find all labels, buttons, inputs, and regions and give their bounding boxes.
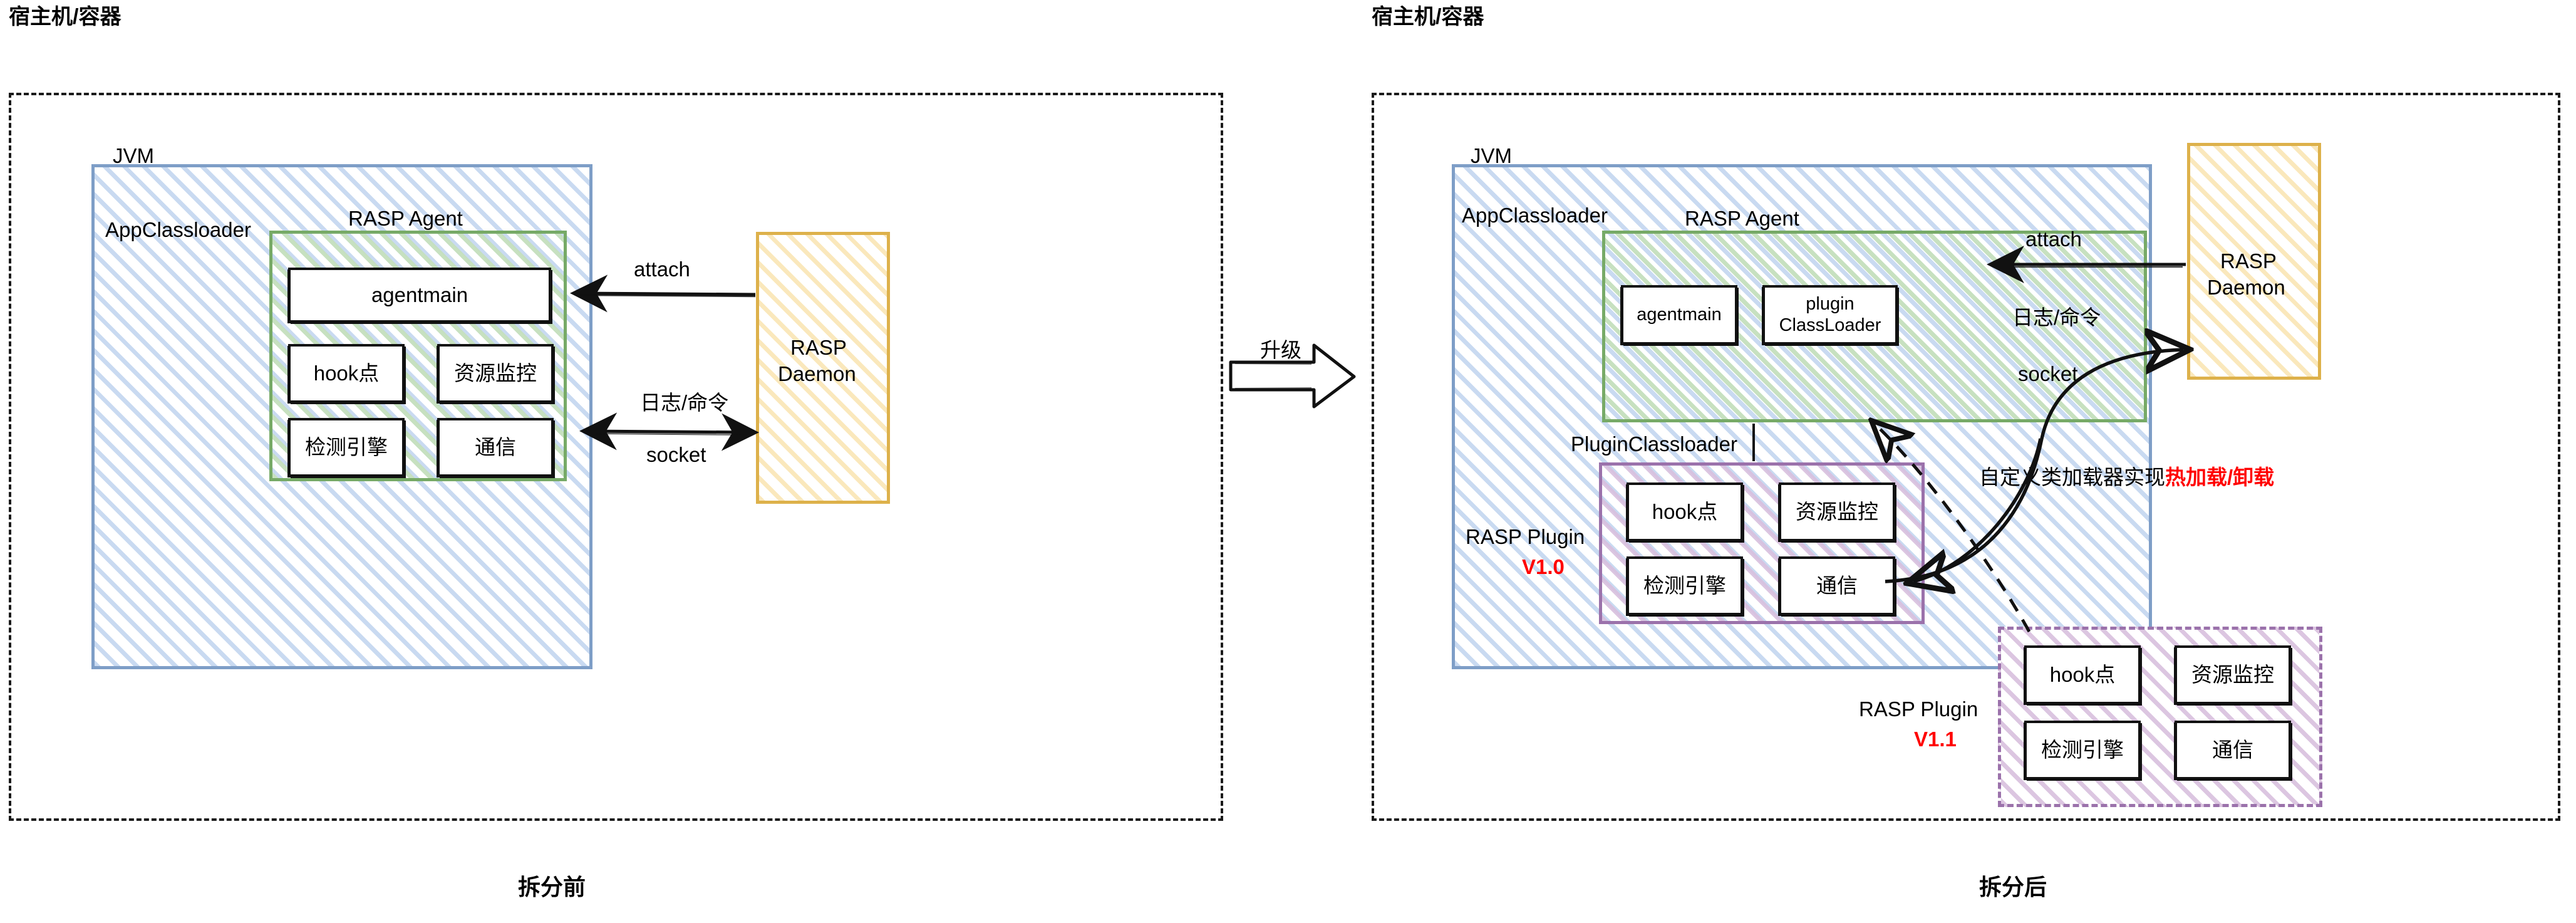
- right-node-agentmain: agentmain: [1621, 285, 1737, 345]
- right-node-plugin-classloader-line1: plugin: [1806, 294, 1854, 315]
- right-v11-node-detection-engine: 检测引擎: [2024, 721, 2141, 780]
- transition-label: 升级: [1260, 338, 1301, 362]
- right-pluginclassloader-label: PluginClassloader: [1571, 432, 1737, 456]
- right-v10-node-communication: 通信: [1779, 556, 1895, 615]
- right-plugin-v11-version: V1.1: [1914, 727, 1957, 751]
- right-hotload-note-black: 自定义类加载器实现: [1979, 466, 2165, 489]
- left-rasp-agent-label: RASP Agent: [348, 207, 463, 230]
- right-node-agentmain-label: agentmain: [1637, 304, 1722, 325]
- right-v11-node-communication-label: 通信: [2212, 738, 2253, 762]
- right-v10-node-hook: hook点: [1627, 482, 1743, 541]
- right-v11-node-resource-monitor-label: 资源监控: [2191, 663, 2274, 687]
- right-logcmd-label: 日志/命令: [2012, 306, 2101, 329]
- left-logcmd-label: 日志/命令: [640, 391, 729, 414]
- left-attach-label: attach: [634, 258, 690, 281]
- left-node-hook: hook点: [288, 344, 405, 403]
- left-node-resource-monitor: 资源监控: [437, 344, 554, 403]
- left-daemon-line1: RASP: [790, 336, 847, 359]
- diagram-canvas: 宿主机/容器 JVM AppClassloader RASP Agent age…: [0, 0, 2576, 923]
- left-node-agentmain: agentmain: [288, 268, 551, 323]
- left-appclassloader-label: AppClassloader: [105, 218, 251, 241]
- right-node-plugin-classloader: plugin ClassLoader: [1762, 285, 1898, 345]
- right-v10-node-hook-label: hook点: [1652, 500, 1718, 524]
- left-node-communication: 通信: [437, 418, 554, 477]
- right-attach-label: attach: [2025, 227, 2082, 251]
- left-node-detection-engine: 检测引擎: [288, 418, 405, 477]
- right-v10-node-communication-label: 通信: [1816, 574, 1858, 598]
- right-v10-node-detection-engine-label: 检测引擎: [1643, 574, 1726, 598]
- left-node-hook-label: hook点: [313, 362, 380, 385]
- right-node-plugin-classloader-line2: ClassLoader: [1779, 315, 1881, 335]
- right-daemon-line1: RASP: [2220, 249, 2277, 273]
- left-caption: 拆分前: [518, 874, 586, 900]
- right-v11-node-hook: hook点: [2024, 645, 2141, 704]
- right-v11-node-resource-monitor: 资源监控: [2175, 645, 2291, 704]
- right-plugin-v10-name: RASP Plugin: [1466, 525, 1585, 548]
- right-appclassloader-label: AppClassloader: [1462, 204, 1608, 227]
- right-socket-label: socket: [2018, 362, 2078, 385]
- right-v10-node-resource-monitor: 资源监控: [1779, 482, 1895, 541]
- right-v11-node-communication: 通信: [2175, 721, 2291, 780]
- right-hotload-note: 自定义类加载器实现热加载/卸载: [1979, 466, 2274, 489]
- left-node-communication-label: 通信: [475, 435, 516, 459]
- right-plugin-v11-name: RASP Plugin: [1859, 697, 1979, 721]
- left-socket-label: socket: [646, 443, 706, 466]
- right-host-title: 宿主机/容器: [1372, 5, 1484, 29]
- right-caption: 拆分后: [1979, 874, 2047, 900]
- right-v11-node-detection-engine-label: 检测引擎: [2041, 738, 2124, 762]
- right-hotload-note-red: 热加载/卸载: [2165, 466, 2275, 489]
- left-node-detection-engine-label: 检测引擎: [305, 435, 388, 459]
- left-node-agentmain-label: agentmain: [371, 283, 468, 307]
- right-plugin-v10-version: V1.0: [1522, 555, 1565, 578]
- right-node-plugin-classloader-label: plugin ClassLoader: [1779, 294, 1881, 336]
- left-node-resource-monitor-label: 资源监控: [454, 362, 537, 385]
- right-v11-node-hook-label: hook点: [2049, 663, 2116, 687]
- right-v10-node-resource-monitor-label: 资源监控: [1796, 500, 1878, 524]
- right-daemon-line2: Daemon: [2207, 276, 2285, 299]
- right-v10-node-detection-engine: 检测引擎: [1627, 556, 1743, 615]
- right-rasp-agent-label: RASP Agent: [1685, 207, 1799, 230]
- left-host-title: 宿主机/容器: [9, 5, 122, 29]
- left-daemon-line2: Daemon: [778, 362, 856, 385]
